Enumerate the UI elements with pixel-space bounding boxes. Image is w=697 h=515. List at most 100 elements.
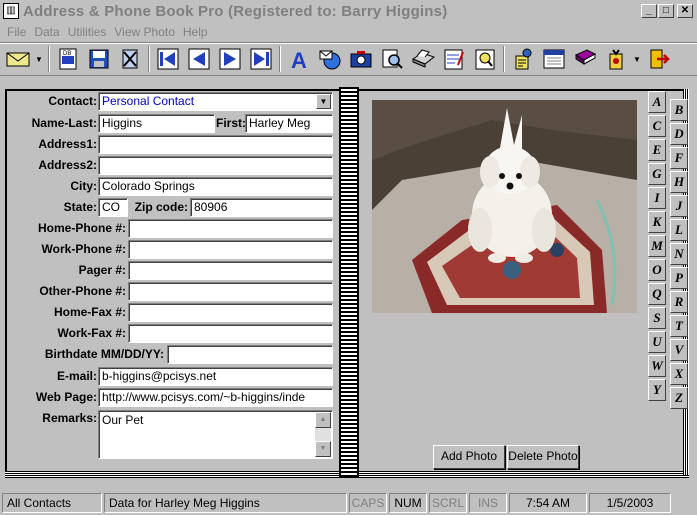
tab-w[interactable]: W [648,355,666,377]
zip-field[interactable]: 80906 [190,198,333,217]
reminder-button[interactable] [602,45,630,73]
email-button[interactable] [316,45,344,73]
tab-b[interactable]: B [670,99,688,121]
window-title: Address & Phone Book Pro (Registered to:… [23,2,448,20]
pager-field[interactable] [128,261,333,280]
state-field[interactable]: CO [98,198,128,217]
first-record-button[interactable] [154,45,182,73]
spiral-binding [339,87,359,477]
address2-field[interactable] [98,156,333,175]
remarks-text: Our Pet [102,413,144,427]
menu-data[interactable]: Data [30,25,63,39]
tab-q[interactable]: Q [648,283,666,305]
remarks-scrollbar[interactable]: ▲ ▼ [315,412,331,457]
tab-g[interactable]: G [648,163,666,185]
chevron-down-icon[interactable]: ▼ [316,94,331,109]
tab-u[interactable]: U [648,331,666,353]
tab-f[interactable]: F [670,147,688,169]
book-button[interactable] [571,45,599,73]
preview-button[interactable] [471,45,499,73]
tab-a[interactable]: A [648,91,666,113]
birthdate-label: Birthdate MM/DD/YY: [44,347,164,361]
work-phone-field[interactable] [128,240,333,259]
contact-photo[interactable] [372,100,637,313]
tab-i[interactable]: I [648,187,666,209]
maximize-button[interactable]: □ [658,4,674,18]
remarks-textarea[interactable]: Our Pet ▲ ▼ [98,410,333,459]
tab-z[interactable]: Z [670,387,688,409]
contact-select[interactable]: Personal Contact ▼ [98,92,333,111]
toolbar: ▼ DB A ▼ [0,42,697,76]
city-field[interactable]: Colorado Springs [98,177,333,196]
webpage-field[interactable]: http://www.pcisys.com/~b-higgins/inde [98,388,333,407]
next-record-button[interactable] [216,45,244,73]
work-fax-field[interactable] [128,324,333,343]
title-bar: ▥ Address & Phone Book Pro (Registered t… [0,0,697,22]
tab-k[interactable]: K [648,211,666,233]
delete-photo-button[interactable]: Delete Photo [507,445,579,469]
status-message: Data for Harley Meg Higgins [104,493,347,513]
menu-view-photo[interactable]: View Photo [110,25,179,39]
menu-file[interactable]: File [3,25,30,39]
menu-help[interactable]: Help [179,25,212,39]
email-icon [319,50,341,70]
tab-d[interactable]: D [670,123,688,145]
tab-m[interactable]: M [648,235,666,257]
tab-s[interactable]: S [648,307,666,329]
save-icon [89,49,109,69]
save-button[interactable] [85,45,113,73]
add-photo-button[interactable]: Add Photo [433,445,505,469]
address1-field[interactable] [98,135,333,154]
tab-r[interactable]: R [670,291,688,313]
menu-utilities[interactable]: Utilities [64,25,111,39]
webpage-label: Web Page: [35,390,97,404]
status-num: NUM [389,493,427,513]
tab-n[interactable]: N [670,243,688,265]
other-phone-field[interactable] [128,282,333,301]
birthdate-field[interactable] [167,345,333,364]
tools-button[interactable] [509,45,537,73]
email-field[interactable]: b-higgins@pcisys.net [98,367,333,386]
home-fax-label: Home-Fax #: [53,305,126,319]
tab-j[interactable]: J [670,195,688,217]
app-book-icon: ▥ [3,3,19,19]
tab-v[interactable]: V [670,339,688,361]
tab-h[interactable]: H [670,171,688,193]
scroll-down-icon[interactable]: ▼ [315,441,331,457]
tab-t[interactable]: T [670,315,688,337]
scroll-up-icon[interactable]: ▲ [315,412,331,428]
tab-e[interactable]: E [648,139,666,161]
home-fax-field[interactable] [128,303,333,322]
photo-button[interactable] [347,45,375,73]
envelope-icon [6,52,30,67]
first-name-label: First: [216,116,246,130]
tab-p[interactable]: P [670,267,688,289]
tab-x[interactable]: X [670,363,688,385]
notepad-button[interactable] [440,45,468,73]
work-phone-label: Work-Phone #: [41,242,126,256]
name-last-field[interactable]: Higgins [98,114,215,133]
tab-o[interactable]: O [648,259,666,281]
exit-button[interactable] [645,45,673,73]
status-date: 1/5/2003 [589,493,671,513]
envelope-dropdown[interactable]: ▼ [35,55,43,64]
svg-text:DB: DB [63,51,71,57]
font-button[interactable]: A [285,45,313,73]
prev-record-button[interactable] [185,45,213,73]
minimize-button[interactable]: _ [641,4,657,18]
first-name-field[interactable]: Harley Meg [245,114,333,133]
close-button[interactable]: ✕ [677,4,693,18]
envelope-button[interactable] [4,45,32,73]
new-database-button[interactable]: DB [54,45,82,73]
tab-l[interactable]: L [670,219,688,241]
print-icon [411,49,436,68]
delete-button[interactable] [116,45,144,73]
tab-c[interactable]: C [648,115,666,137]
find-button[interactable] [378,45,406,73]
last-record-button[interactable] [247,45,275,73]
tab-y[interactable]: Y [648,379,666,401]
calendar-button[interactable] [540,45,568,73]
reminder-dropdown[interactable]: ▼ [633,55,641,64]
home-phone-field[interactable] [128,219,333,238]
print-button[interactable] [409,45,437,73]
